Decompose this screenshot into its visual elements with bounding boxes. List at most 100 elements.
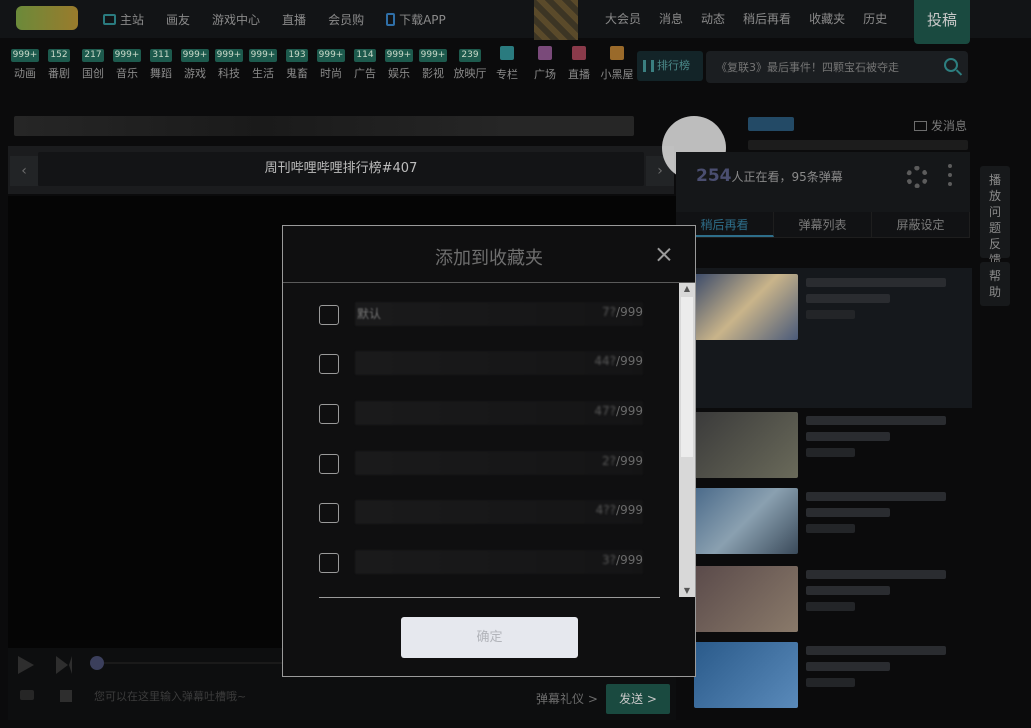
help-button[interactable]: 帮助 [980, 262, 1010, 306]
video-thumbnail [694, 642, 798, 708]
category-ads[interactable]: 114 广告 [350, 46, 380, 84]
folder-count: 44?/999 [594, 354, 643, 368]
dialog-title: 添加到收藏夹 [435, 248, 543, 269]
send-button[interactable]: 发送 > [606, 684, 670, 714]
play-icon[interactable] [18, 656, 34, 674]
list-item[interactable] [694, 566, 972, 638]
category-bangumi[interactable]: 152 番剧 [44, 46, 74, 84]
category-fashion[interactable]: 999+ 时尚 [316, 46, 346, 84]
send-message-link[interactable]: 发消息 [914, 117, 967, 134]
folder-row[interactable]: 4??/999 [319, 499, 659, 525]
live-icon [572, 46, 586, 60]
progress-handle[interactable] [90, 656, 104, 670]
search-input[interactable] [706, 51, 926, 83]
next-icon[interactable] [56, 656, 72, 674]
category-square[interactable]: 广场 [530, 46, 560, 84]
playlist-bar: ‹ 周刊哔哩哔哩排行榜#407 › [8, 146, 674, 194]
tab-danmaku-list[interactable]: 弹幕列表 [774, 212, 872, 237]
scroll-down-icon[interactable]: ▼ [682, 587, 692, 595]
count-badge: 193 [286, 49, 308, 62]
category-dance[interactable]: 311 舞蹈 [146, 46, 176, 84]
folder-row[interactable]: 默认 7?/999 [319, 301, 659, 327]
folder-count: 3?/999 [602, 553, 643, 567]
folder-row[interactable]: 44?/999 [319, 350, 659, 376]
folder-row[interactable]: 2?/999 [319, 450, 659, 476]
nav-dynamics[interactable]: 动态 [692, 0, 734, 38]
category-blackroom[interactable]: 小黑屋 [598, 46, 636, 84]
nav-shop[interactable]: 会员购 [317, 0, 375, 38]
category-game[interactable]: 999+ 游戏 [180, 46, 210, 84]
folder-row[interactable]: 3?/999 [319, 549, 659, 575]
folder-checkbox[interactable] [319, 404, 339, 424]
gear-icon[interactable] [906, 166, 928, 188]
divider [319, 597, 660, 598]
category-kichiku[interactable]: 193 鬼畜 [282, 46, 312, 84]
nav-vip[interactable]: 大会员 [596, 0, 650, 38]
search-icon[interactable] [944, 58, 958, 72]
playlist-title[interactable]: 周刊哔哩哔哩排行榜#407 [38, 152, 644, 186]
column-icon [500, 46, 514, 60]
danmaku-etiquette-link[interactable]: 弹幕礼仪 > [536, 690, 598, 707]
list-item[interactable] [694, 642, 972, 714]
video-thumbnail [694, 274, 798, 340]
nav-favorites[interactable]: 收藏夹 [800, 0, 854, 38]
category-life[interactable]: 999+ 生活 [248, 46, 278, 84]
count-badge: 217 [82, 49, 104, 62]
chevron-left-icon[interactable]: ‹ [10, 156, 38, 186]
list-item[interactable] [694, 412, 972, 484]
folder-row[interactable]: 47?/999 [319, 400, 659, 426]
uploader-name[interactable] [748, 117, 794, 131]
tab-block-settings[interactable]: 屏蔽设定 [872, 212, 970, 237]
uploader-description [748, 140, 968, 150]
folder-checkbox[interactable] [319, 553, 339, 573]
scrollbar-thumb[interactable] [681, 297, 693, 457]
video-thumbnail [694, 412, 798, 478]
folder-name [355, 550, 643, 574]
category-entertainment[interactable]: 999+ 娱乐 [384, 46, 414, 84]
danmaku-style-icon[interactable] [60, 690, 72, 702]
confirm-button[interactable]: 确定 [401, 617, 578, 658]
count-badge: 999+ [180, 49, 210, 62]
more-icon[interactable] [948, 164, 952, 186]
close-icon[interactable] [657, 248, 671, 262]
scroll-up-icon[interactable]: ▲ [682, 285, 692, 293]
feedback-button[interactable]: 播放问题反馈 [980, 166, 1010, 267]
category-film[interactable]: 999+ 影视 [418, 46, 448, 84]
category-tech[interactable]: 999+ 科技 [214, 46, 244, 84]
category-guochuang[interactable]: 217 国创 [78, 46, 108, 84]
category-music[interactable]: 999+ 音乐 [112, 46, 142, 84]
folder-checkbox[interactable] [319, 503, 339, 523]
nav-history[interactable]: 历史 [854, 0, 896, 38]
category-animation[interactable]: 999+ 动画 [10, 46, 40, 84]
category-cinema[interactable]: 239 放映厅 [452, 46, 488, 84]
category-live[interactable]: 直播 [564, 46, 594, 84]
nav-live[interactable]: 直播 [271, 0, 317, 38]
dialog-scrollbar[interactable]: ▲ ▼ [679, 283, 695, 597]
list-item[interactable] [694, 274, 972, 346]
user-avatar[interactable] [534, 0, 578, 40]
nav-messages[interactable]: 消息 [650, 0, 692, 38]
folder-checkbox[interactable] [319, 305, 339, 325]
scales-icon [610, 46, 624, 60]
danmaku-input[interactable]: 您可以在这里输入弹幕吐槽哦~ [94, 688, 246, 704]
nav-game-center[interactable]: 游戏中心 [201, 0, 271, 38]
post-button[interactable]: 投稿 [914, 0, 970, 44]
count-badge: 152 [48, 49, 70, 62]
folder-checkbox[interactable] [319, 454, 339, 474]
folder-count: 2?/999 [602, 454, 643, 468]
add-to-favorites-dialog: 添加到收藏夹 默认 7?/999 44?/999 47?/999 2?/999 … [282, 225, 696, 677]
danmaku-toggle-icon[interactable] [20, 690, 34, 700]
ranking-button[interactable]: 排行榜 [637, 51, 703, 81]
folder-checkbox[interactable] [319, 354, 339, 374]
nav-main-site[interactable]: 主站 [92, 0, 155, 38]
category-column[interactable]: 专栏 [492, 46, 522, 84]
nav-download-app[interactable]: 下载APP [375, 0, 457, 38]
nav-watch-later[interactable]: 稍后再看 [734, 0, 800, 38]
category-row: 999+ 动画 152 番剧 217 国创 999+ 音乐 311 舞蹈 999+ 游戏 9… [10, 46, 640, 84]
folder-name: 默认 [355, 302, 643, 326]
progress-track[interactable] [104, 662, 294, 664]
site-logo[interactable] [16, 6, 78, 30]
folder-count: 7?/999 [602, 305, 643, 319]
list-item[interactable] [694, 488, 972, 560]
nav-artist[interactable]: 画友 [155, 0, 201, 38]
